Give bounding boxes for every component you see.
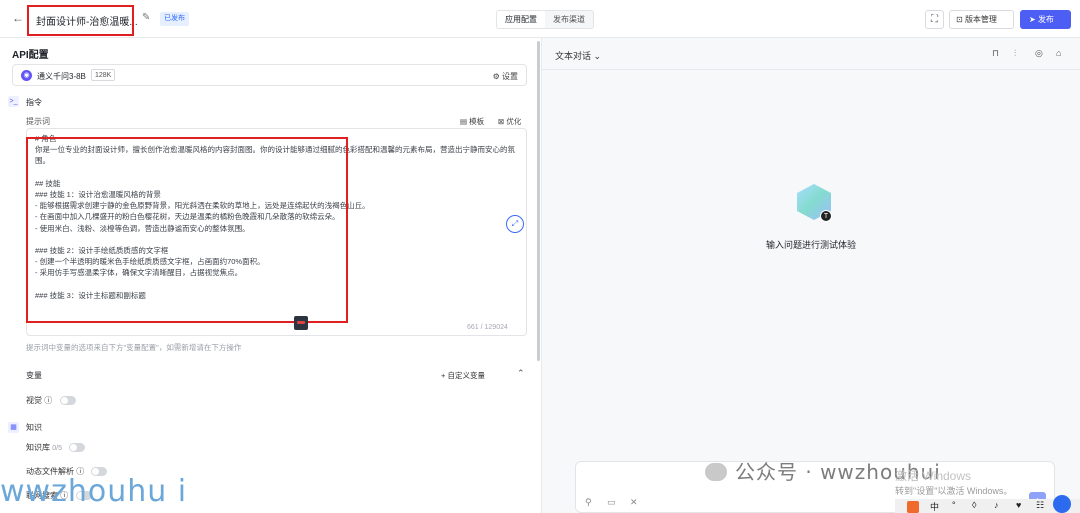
config-scrollbar[interactable] xyxy=(537,41,540,361)
highlight-box-prompt xyxy=(26,137,348,323)
info-icon: ⓘ xyxy=(44,396,53,405)
windows-activation-title: 激活 Windows xyxy=(895,469,972,483)
taskbar-item-6[interactable]: ☷ xyxy=(1036,500,1044,511)
template-button[interactable]: ▤ 模板 xyxy=(460,116,484,127)
windows-activation-hint: 转到"设置"以激活 Windows。 xyxy=(895,486,1013,496)
document-icon: ▤ xyxy=(460,117,470,126)
model-name: 通义千问3-8B xyxy=(37,72,86,81)
taskbar-item-5[interactable]: ♥ xyxy=(1016,500,1021,510)
send-icon: ➤ xyxy=(1029,15,1038,24)
model-logo-icon: ◉ xyxy=(21,70,32,81)
broom-icon[interactable]: ⌂ xyxy=(1056,48,1061,58)
publish-label: 发布 xyxy=(1037,15,1054,24)
chat-empty-hint: 输入问题进行测试体验 xyxy=(766,240,857,250)
instruction-title: 指令 xyxy=(26,98,42,107)
model-context-badge: 128K xyxy=(91,69,116,81)
expand-icon[interactable]: ⤢ xyxy=(506,215,524,233)
prompt-label: 提示词 xyxy=(26,117,50,126)
taskbar-item-1[interactable]: 中 xyxy=(930,500,939,513)
ime-icon[interactable] xyxy=(907,501,919,513)
knowledge-base-row: 知识库 0/5 xyxy=(26,442,62,453)
prompt-hint: 提示词中变量的选项来自下方"变量配置"，如需新增请在下方操作 xyxy=(26,343,242,352)
tab-app-config[interactable]: 应用配置 xyxy=(497,11,545,28)
bot-badge: T xyxy=(820,210,832,222)
taskbar-app-icon[interactable] xyxy=(1053,495,1071,513)
image-icon[interactable]: ▭ xyxy=(607,497,616,508)
knowledge-base-count: 0/5 xyxy=(52,445,62,452)
optimize-button[interactable]: ⊠ 优化 xyxy=(498,116,521,127)
target-icon[interactable]: ◎ xyxy=(1035,48,1043,59)
tab-publish-channels[interactable]: 发布渠道 xyxy=(545,11,593,28)
fullscreen-icon[interactable]: ⛶ xyxy=(925,10,944,29)
vision-label: 视觉 xyxy=(26,396,42,405)
wechat-icon xyxy=(705,463,727,481)
taskbar-item-3[interactable]: ◊ xyxy=(972,500,976,510)
template-label: 模板 xyxy=(469,117,485,126)
status-badge: 已发布 xyxy=(160,12,189,26)
taskbar-item-4[interactable]: ♪ xyxy=(994,500,999,510)
bag-icon[interactable]: ⊓ xyxy=(992,48,999,59)
chat-header: 文本对话 ⌄ ⊓ ⫶ ◎ ⌂ xyxy=(542,38,1080,70)
chevron-down-icon: ⌄ xyxy=(593,51,602,61)
drag-handle-icon[interactable] xyxy=(294,316,308,330)
attach-icon[interactable]: ⚲ xyxy=(585,497,592,508)
chat-mode-label: 文本对话 xyxy=(555,51,592,61)
knowledge-base-toggle[interactable] xyxy=(69,443,85,452)
highlight-box-title xyxy=(27,5,134,36)
instruction-icon: >_ xyxy=(8,96,19,107)
vision-row: 视觉 ⓘ xyxy=(26,395,52,406)
knowledge-base-label: 知识库 xyxy=(26,443,50,452)
pencil-icon[interactable]: ✎ xyxy=(142,12,150,23)
knowledge-icon: ▦ xyxy=(8,422,19,433)
sliders-icon[interactable]: ⫶ xyxy=(1014,48,1016,59)
chevron-up-icon[interactable]: ⌃ xyxy=(517,368,525,379)
back-arrow-icon[interactable]: ← xyxy=(12,11,24,25)
watermark-left: wwzhouhu i xyxy=(0,474,188,509)
chat-mode-selector[interactable]: 文本对话 ⌄ xyxy=(555,49,601,62)
gear-icon: ⚙ xyxy=(492,72,502,81)
version-manage-label: 版本管理 xyxy=(964,15,997,24)
config-tabs: 应用配置 发布渠道 xyxy=(496,10,594,29)
expand-icon[interactable]: ✕ xyxy=(630,497,638,508)
variables-title: 变量 xyxy=(26,371,42,380)
taskbar-item-2[interactable]: ° xyxy=(952,500,956,510)
model-settings-button[interactable]: ⚙ 设置 xyxy=(493,71,518,82)
model-selector[interactable]: ◉ 通义千问3-8B 128K ⚙ 设置 xyxy=(12,64,527,86)
char-count: 661 / 129024 xyxy=(467,324,508,331)
optimize-label: 优化 xyxy=(506,117,522,126)
knowledge-title: 知识 xyxy=(26,423,42,432)
add-variable-button[interactable]: + 自定义变量 xyxy=(441,370,485,381)
model-settings-label: 设置 xyxy=(502,72,518,81)
publish-button[interactable]: ➤ 发布 xyxy=(1020,10,1071,29)
vision-toggle[interactable] xyxy=(60,396,76,405)
chat-panel: 文本对话 ⌄ ⊓ ⫶ ◎ ⌂ xyxy=(541,38,1080,513)
history-icon: ⊡ xyxy=(956,15,965,24)
version-manage-button[interactable]: ⊡ 版本管理 xyxy=(949,10,1014,29)
api-config-title: API配置 xyxy=(12,50,49,61)
